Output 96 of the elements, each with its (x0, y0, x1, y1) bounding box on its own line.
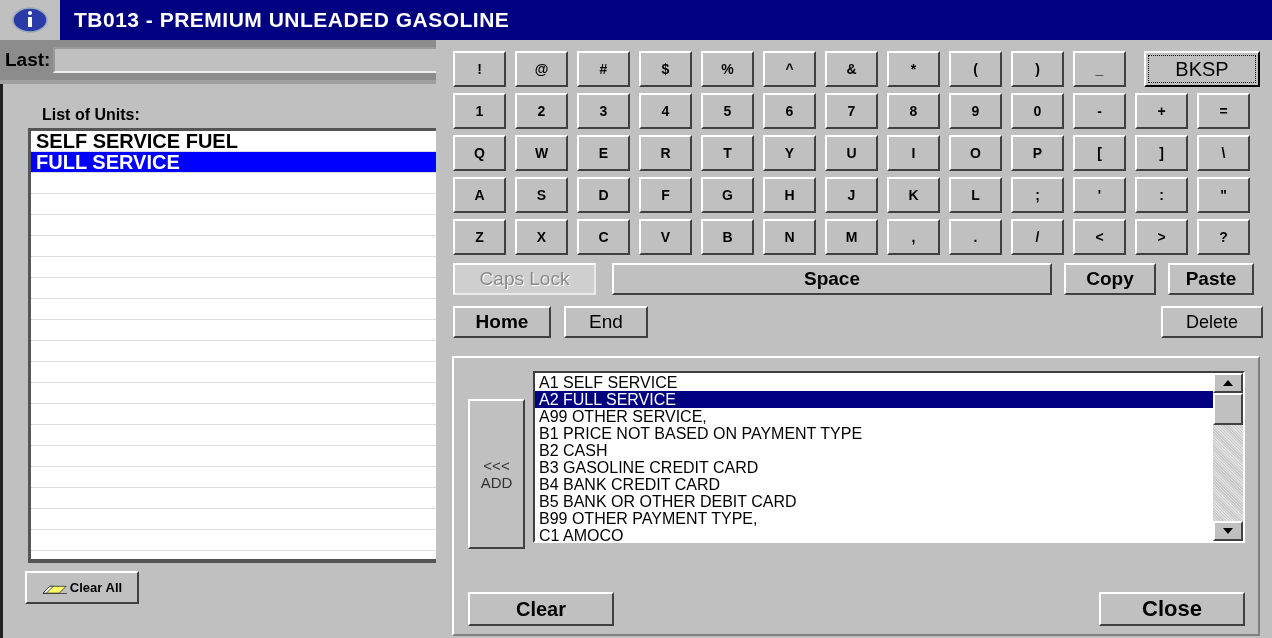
down-arrow-icon (1223, 528, 1233, 534)
keyboard-key[interactable]: \ (1197, 135, 1250, 171)
unit-item[interactable]: FULL SERVICE (31, 152, 436, 173)
code-item[interactable]: B99 OTHER PAYMENT TYPE, (535, 510, 1213, 527)
code-item[interactable]: A1 SELF SERVICE (535, 374, 1213, 391)
scroll-up-button[interactable] (1213, 373, 1243, 393)
add-button[interactable]: <<< ADD (468, 399, 525, 549)
close-button[interactable]: Close (1099, 592, 1245, 626)
keyboard-key[interactable]: M (825, 219, 878, 255)
code-item[interactable]: B1 PRICE NOT BASED ON PAYMENT TYPE (535, 425, 1213, 442)
keyboard-key[interactable]: W (515, 135, 568, 171)
keyboard-key[interactable]: H (763, 177, 816, 213)
keyboard-key[interactable]: $ (639, 51, 692, 87)
keyboard-key[interactable]: / (1011, 219, 1064, 255)
keyboard-key[interactable]: # (577, 51, 630, 87)
home-button[interactable]: Home (453, 306, 551, 338)
keyboard-key[interactable]: Z (453, 219, 506, 255)
keyboard-key[interactable]: 4 (639, 93, 692, 129)
keyboard-key[interactable]: S (515, 177, 568, 213)
keyboard-key[interactable]: + (1135, 93, 1188, 129)
paste-button[interactable]: Paste (1168, 263, 1254, 295)
info-icon[interactable] (12, 6, 48, 34)
keyboard-key[interactable]: Y (763, 135, 816, 171)
copy-button[interactable]: Copy (1064, 263, 1156, 295)
backspace-key[interactable]: BKSP (1144, 51, 1260, 87)
list-label: List of Units: (42, 106, 141, 124)
keyboard-key[interactable]: < (1073, 219, 1126, 255)
code-item[interactable]: A2 FULL SERVICE (535, 391, 1213, 408)
keyboard-key[interactable]: = (1197, 93, 1250, 129)
keyboard-key[interactable]: 6 (763, 93, 816, 129)
space-button[interactable]: Space (612, 263, 1052, 295)
keyboard-key[interactable]: J (825, 177, 878, 213)
code-item[interactable]: A99 OTHER SERVICE, (535, 408, 1213, 425)
clear-button[interactable]: Clear (468, 592, 614, 626)
keyboard-key[interactable]: 3 (577, 93, 630, 129)
keyboard-key[interactable]: F (639, 177, 692, 213)
keyboard-key[interactable]: N (763, 219, 816, 255)
keyboard-key[interactable]: * (887, 51, 940, 87)
keyboard-key[interactable]: - (1073, 93, 1126, 129)
up-arrow-icon (1223, 380, 1233, 386)
scroll-thumb[interactable] (1213, 393, 1243, 425)
keyboard-key[interactable]: 2 (515, 93, 568, 129)
keyboard-key[interactable]: ' (1073, 177, 1126, 213)
keyboard-key[interactable]: U (825, 135, 878, 171)
keyboard-key[interactable]: C (577, 219, 630, 255)
keyboard-key[interactable]: 0 (1011, 93, 1064, 129)
keyboard-key[interactable]: @ (515, 51, 568, 87)
keyboard-key[interactable]: ? (1197, 219, 1250, 255)
keyboard-key[interactable]: & (825, 51, 878, 87)
keyboard-key[interactable]: R (639, 135, 692, 171)
keyboard-key[interactable]: V (639, 219, 692, 255)
keyboard-key[interactable]: , (887, 219, 940, 255)
keyboard-key[interactable]: B (701, 219, 754, 255)
last-label: Last: (5, 49, 51, 71)
end-button[interactable]: End (564, 306, 648, 338)
scroll-down-button[interactable] (1213, 521, 1243, 541)
keyboard-key[interactable]: ] (1135, 135, 1188, 171)
code-item[interactable]: B4 BANK CREDIT CARD (535, 476, 1213, 493)
keyboard-key[interactable]: 8 (887, 93, 940, 129)
last-field[interactable] (53, 47, 436, 73)
code-item[interactable]: B3 GASOLINE CREDIT CARD (535, 459, 1213, 476)
keyboard-key[interactable]: X (515, 219, 568, 255)
keyboard-key[interactable]: I (887, 135, 940, 171)
keyboard-key[interactable]: Q (453, 135, 506, 171)
keyboard-key[interactable]: E (577, 135, 630, 171)
delete-button[interactable]: Delete (1161, 306, 1263, 338)
keyboard-key[interactable]: % (701, 51, 754, 87)
keyboard-key[interactable]: : (1135, 177, 1188, 213)
clear-all-button[interactable]: Clear All (25, 571, 139, 604)
keyboard-key[interactable]: ^ (763, 51, 816, 87)
keyboard-key[interactable]: D (577, 177, 630, 213)
keyboard-key[interactable]: P (1011, 135, 1064, 171)
keyboard-key[interactable]: L (949, 177, 1002, 213)
keyboard-key[interactable]: G (701, 177, 754, 213)
keyboard-key[interactable]: 1 (453, 93, 506, 129)
keyboard-key[interactable]: ) (1011, 51, 1064, 87)
code-item[interactable]: B5 BANK OR OTHER DEBIT CARD (535, 493, 1213, 510)
keyboard-key[interactable]: ! (453, 51, 506, 87)
keyboard-key[interactable]: _ (1073, 51, 1126, 87)
keyboard-key[interactable]: . (949, 219, 1002, 255)
keyboard-key[interactable]: 7 (825, 93, 878, 129)
keyboard-key[interactable]: ; (1011, 177, 1064, 213)
keyboard-key[interactable]: 5 (701, 93, 754, 129)
scrollbar[interactable] (1213, 373, 1243, 541)
keyboard-key[interactable]: A (453, 177, 506, 213)
keyboard-key[interactable]: ( (949, 51, 1002, 87)
keyboard-key[interactable]: > (1135, 219, 1188, 255)
keyboard-key[interactable]: T (701, 135, 754, 171)
window-title: TB013 - PREMIUM UNLEADED GASOLINE (74, 8, 510, 32)
code-item[interactable]: C1 AMOCO (535, 527, 1213, 541)
code-item[interactable]: B2 CASH (535, 442, 1213, 459)
keyboard-key[interactable]: K (887, 177, 940, 213)
keyboard-key[interactable]: [ (1073, 135, 1126, 171)
keyboard-key[interactable]: 9 (949, 93, 1002, 129)
keyboard-key[interactable]: " (1197, 177, 1250, 213)
keyboard-key[interactable]: O (949, 135, 1002, 171)
